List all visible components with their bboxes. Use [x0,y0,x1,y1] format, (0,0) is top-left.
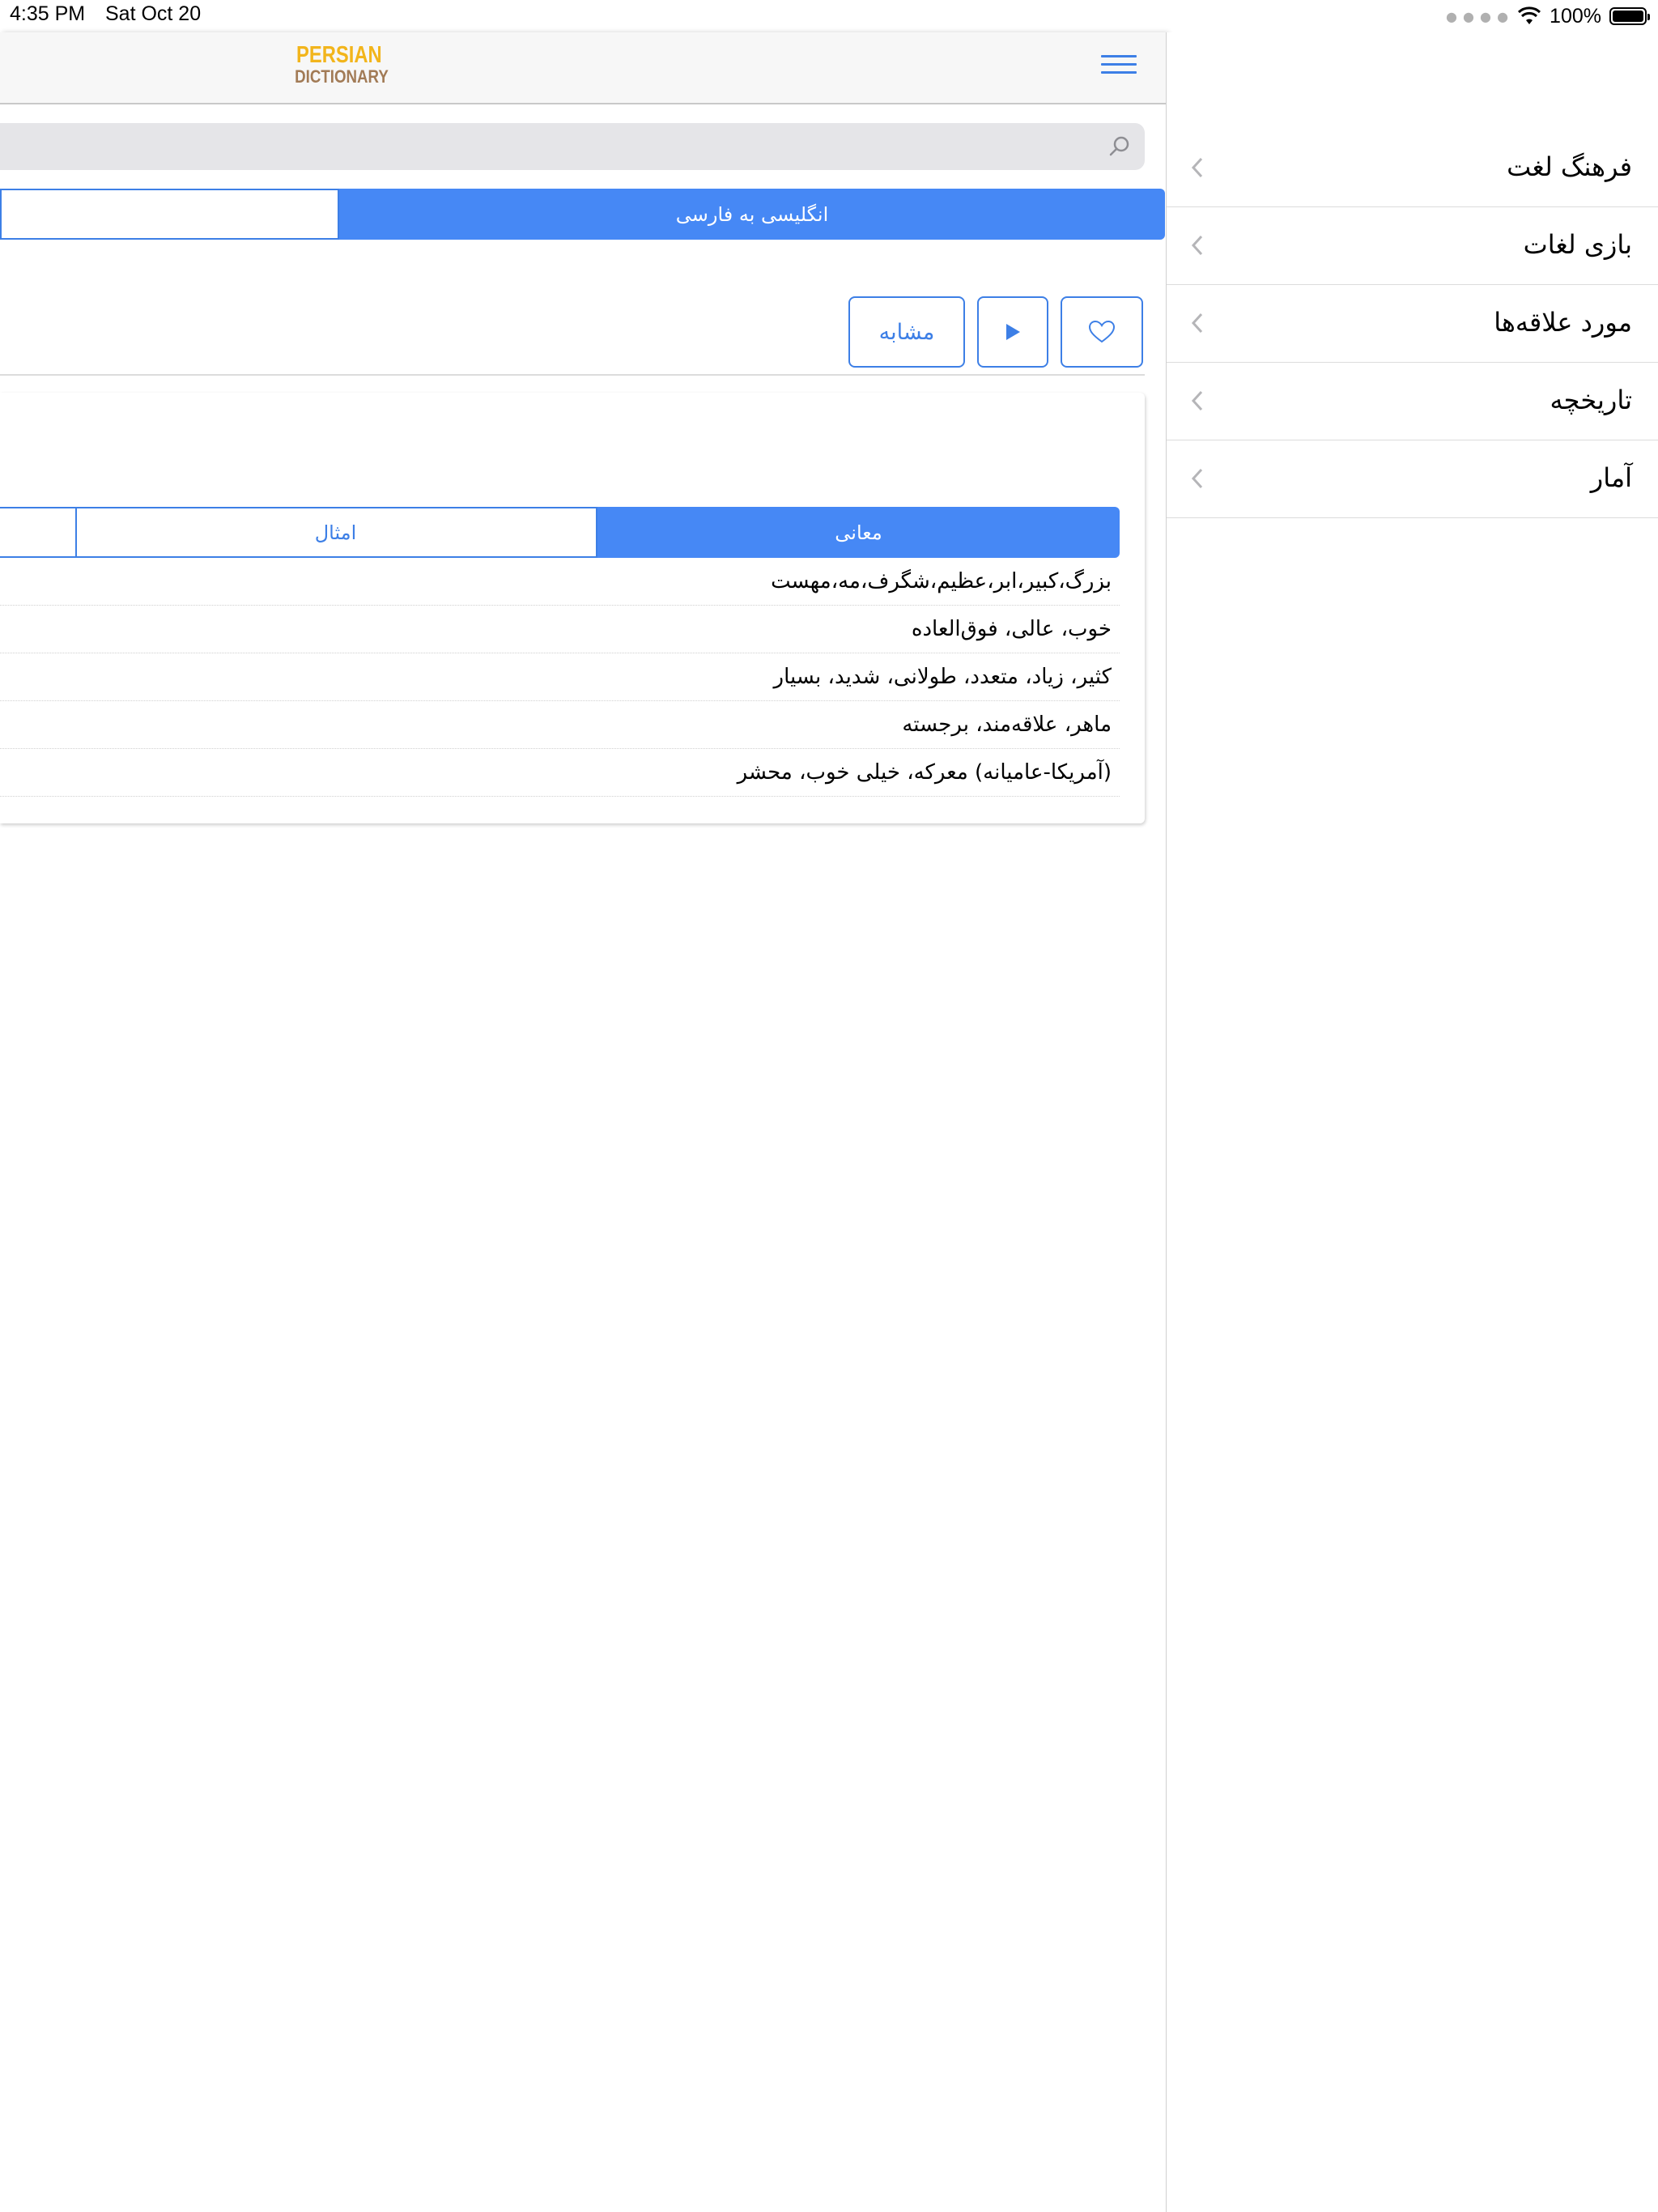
menu-item-label: بازی لغات [1523,229,1632,260]
word-actions-bar: مشابه [0,259,1145,376]
chevron-left-icon [1191,468,1203,489]
side-menu: فرهنگ لغت بازی لغات مورد علاقه‌ها تاریخچ… [1167,32,1658,2212]
logo-text-bottom: DICTIONARY [295,66,389,87]
direction-segmented-control: انگلیسی به فارسی [0,189,1165,240]
hamburger-menu-icon[interactable] [1101,55,1137,79]
menu-item-dictionary[interactable]: فرهنگ لغت [1167,130,1658,207]
content-segmented-control: امثال معانی [0,507,1120,558]
chevron-left-icon [1191,235,1203,256]
status-date: Sat Oct 20 [105,2,202,25]
main-panel: PERSIAN DICTIONARY انگلیسی به فارسی مشاب… [0,32,1167,2212]
menu-item-label: مورد علاقه‌ها [1494,307,1632,338]
play-button[interactable] [977,296,1048,368]
definition-card: امثال معانی بزرگ،کبیر،ابر،عظیم،شگرف،مه،م… [0,393,1145,823]
play-icon [1006,324,1020,340]
battery-percent: 100% [1550,4,1601,28]
heart-icon [1088,320,1116,343]
signal-dots-icon: ● ● ● ● [1445,8,1510,24]
search-bar[interactable] [0,123,1145,172]
chevron-left-icon [1191,157,1203,178]
chevron-left-icon [1191,313,1203,334]
tab-meanings[interactable]: معانی [597,507,1120,558]
status-time: 4:35 PM [10,2,86,25]
meanings-list: بزرگ،کبیر،ابر،عظیم،شگرف،مه،مهست خوب، عال… [0,558,1120,797]
menu-item-label: فرهنگ لغت [1507,151,1632,182]
search-icon [1109,136,1129,156]
menu-item-statistics[interactable]: آمار [1167,440,1658,518]
tab-persian-to-english[interactable] [0,189,339,240]
wifi-icon [1518,6,1541,24]
meaning-item: خوب، عالی، فوق‌العاده [0,606,1120,653]
tab-examples[interactable]: امثال [75,507,597,558]
battery-icon [1609,7,1650,25]
logo-text-top: PERSIAN [295,42,382,68]
menu-item-word-game[interactable]: بازی لغات [1167,207,1658,285]
menu-item-history[interactable]: تاریخچه [1167,363,1658,440]
battery-level [1613,11,1643,22]
meaning-item: ماهر، علاقه‌مند، برجسته [0,701,1120,749]
menu-item-favorites[interactable]: مورد علاقه‌ها [1167,285,1658,363]
meaning-item: بزرگ،کبیر،ابر،عظیم،شگرف،مه،مهست [0,558,1120,606]
chevron-left-icon [1191,390,1203,411]
status-bar: 4:35 PM Sat Oct 20 ● ● ● ● 100% [0,0,1658,32]
app-logo: PERSIAN DICTIONARY [287,42,389,87]
menu-item-label: تاریخچه [1550,385,1632,415]
status-right: ● ● ● ● 100% [1445,2,1650,31]
side-menu-list: فرهنگ لغت بازی لغات مورد علاقه‌ها تاریخچ… [1167,130,1658,518]
meaning-item: (آمریکا-عامیانه) معرکه، خیلی خوب، محشر [0,749,1120,797]
favorite-button[interactable] [1061,296,1143,368]
search-input[interactable] [0,123,1088,172]
tab-english-to-persian[interactable]: انگلیسی به فارسی [339,189,1165,240]
similar-button[interactable]: مشابه [848,296,965,368]
meaning-item: کثیر، زیاد، متعدد، طولانی، شدید، بسیار [0,653,1120,701]
tab-third[interactable] [0,507,77,558]
nav-bar: PERSIAN DICTIONARY [0,32,1166,104]
menu-item-label: آمار [1590,462,1632,493]
